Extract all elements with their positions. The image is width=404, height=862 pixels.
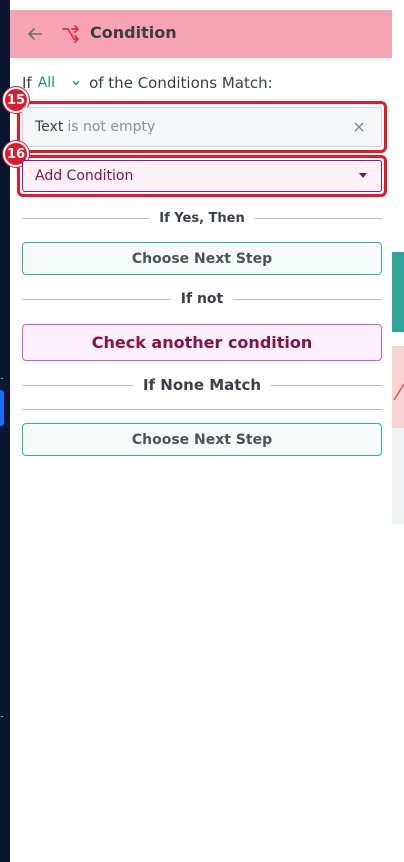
canvas-node-warning-icon <box>393 383 404 401</box>
sidebar-tick <box>1 378 3 379</box>
divider-line <box>233 298 383 300</box>
close-icon[interactable] <box>353 121 365 133</box>
add-condition-select[interactable]: Add Condition <box>22 160 382 192</box>
sidebar-active-indicator <box>0 390 4 426</box>
panel-header: Condition <box>10 10 392 58</box>
none-section-separator <box>22 409 382 410</box>
not-label: If not <box>180 291 224 307</box>
divider-line <box>254 217 383 219</box>
match-mode-value: All <box>37 75 56 91</box>
yes-divider: If Yes, Then <box>22 208 383 228</box>
branch-icon <box>62 25 79 43</box>
canvas-edge <box>392 0 404 862</box>
chevron-down-icon <box>72 81 80 86</box>
choose-next-step-button-yes[interactable]: Choose Next Step <box>22 242 382 275</box>
none-label: If None Match <box>142 376 262 394</box>
panel-title: Condition <box>90 23 177 42</box>
back-arrow-icon[interactable] <box>26 25 44 43</box>
canvas-node-gray <box>392 428 404 524</box>
match-suffix: of the Conditions Match: <box>89 74 273 92</box>
match-mode-row: If All of the Conditions Match: <box>22 72 273 94</box>
add-condition-label: Add Condition <box>35 168 134 184</box>
divider-line <box>271 384 382 386</box>
sidebar-tick <box>1 716 3 717</box>
canvas-node-teal <box>392 252 404 332</box>
caret-down-icon <box>359 173 367 178</box>
condition-operator: is not empty <box>67 119 156 135</box>
match-mode-select[interactable]: All <box>38 75 81 91</box>
left-sidebar-edge <box>0 0 10 862</box>
yes-label: If Yes, Then <box>159 210 245 226</box>
not-divider: If not <box>22 289 383 309</box>
choose-next-step-button-none[interactable]: Choose Next Step <box>22 423 382 456</box>
none-divider: If None Match <box>22 375 382 395</box>
condition-row[interactable]: Text is not empty <box>22 107 382 147</box>
divider-line <box>22 217 150 219</box>
condition-field: Text <box>35 119 64 135</box>
check-another-condition-button[interactable]: Check another condition <box>22 324 382 361</box>
condition-panel: Condition If All of the Conditions Match… <box>3 10 392 862</box>
divider-line <box>22 384 133 386</box>
divider-line <box>22 298 171 300</box>
